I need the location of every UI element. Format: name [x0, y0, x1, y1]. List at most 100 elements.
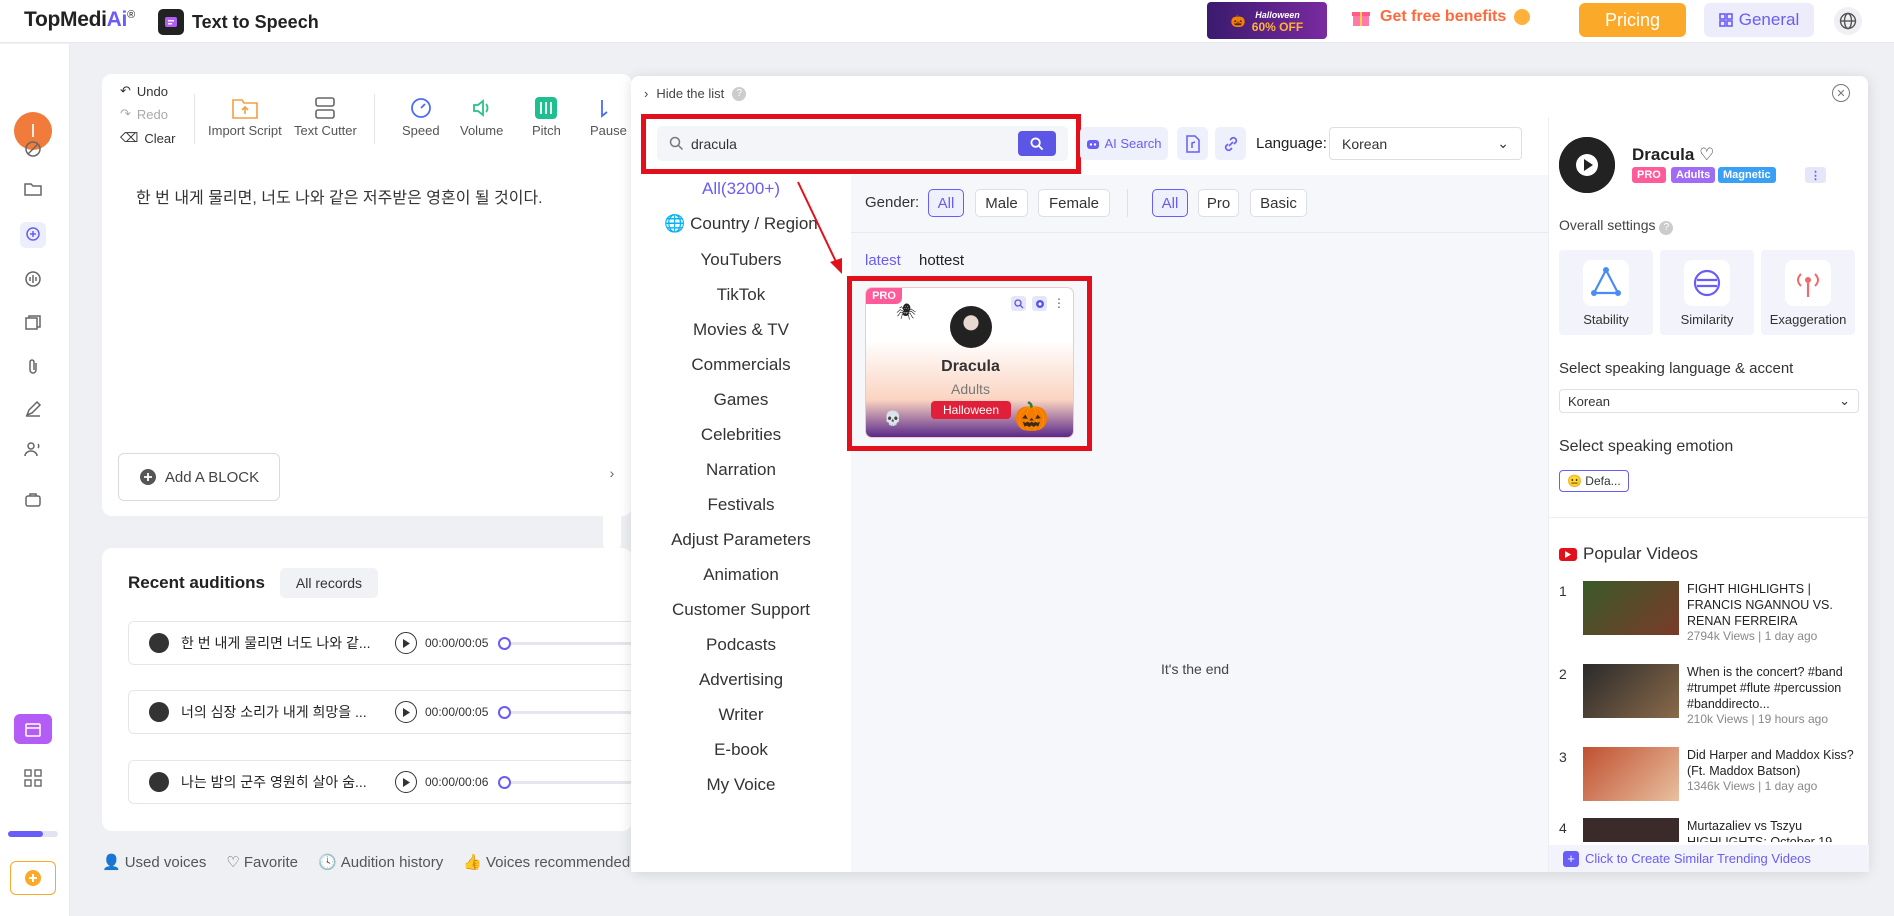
grid-icon [1718, 13, 1733, 27]
script-text[interactable]: 한 번 내게 물리면, 너도 나와 같은 저주받은 영혼이 될 것이다. [136, 184, 543, 208]
category-festivals[interactable]: Festivals [631, 495, 851, 515]
progress-track[interactable] [511, 710, 647, 714]
category-commercials[interactable]: Commercials [631, 355, 851, 375]
copy-icon[interactable] [20, 310, 46, 336]
all-records-button[interactable]: All records [280, 568, 378, 598]
audio-wave-icon[interactable] [20, 266, 46, 292]
category-my-voice[interactable]: My Voice [631, 775, 851, 795]
link-button[interactable] [1215, 127, 1246, 160]
import-script-button[interactable]: Import Script [208, 96, 282, 138]
audition-row[interactable]: 한 번 내게 물리면 너도 나와 같... 00:00/00:05 [128, 621, 648, 665]
general-menu-button[interactable]: General [1704, 3, 1814, 37]
gift-icon [1350, 6, 1372, 28]
calendar-icon[interactable] [14, 714, 52, 744]
category-movies-tv[interactable]: Movies & TV [631, 320, 851, 340]
category-ebook[interactable]: E-book [631, 740, 851, 760]
category-games[interactable]: Games [631, 390, 851, 410]
user-voice-icon[interactable] [20, 436, 46, 462]
category-writer[interactable]: Writer [631, 705, 851, 725]
popular-video-item[interactable]: 4 Murtazaliev vs Tszyu HIGHLIGHTS: Octob… [1559, 818, 1859, 842]
volume-button[interactable]: Volume [460, 96, 503, 138]
clear-button[interactable]: ⌫ Clear [120, 130, 175, 146]
language-globe-button[interactable] [1834, 7, 1862, 35]
folder-icon[interactable] [20, 176, 46, 202]
voices-recommended-link[interactable]: 👍 Voices recommended [463, 853, 630, 872]
play-icon[interactable] [395, 632, 417, 654]
audition-history-link[interactable]: 🕓 Audition history [318, 853, 443, 872]
popular-video-item[interactable]: 2 When is the concert? #band #trumpet #f… [1559, 664, 1859, 734]
help-icon: ? [732, 86, 747, 101]
video-thumbnail [1583, 747, 1679, 801]
similarity-setting[interactable]: Similarity [1660, 250, 1754, 335]
progress-knob[interactable] [498, 636, 512, 650]
gender-all-chip[interactable]: All [928, 189, 964, 217]
speaking-language-select[interactable]: Korean ⌄ [1559, 389, 1859, 413]
folder-upload-icon [231, 96, 259, 120]
category-celebrities[interactable]: Celebrities [631, 425, 851, 445]
language-select[interactable]: Korean ⌄ [1329, 127, 1522, 160]
apps-grid-icon[interactable] [20, 765, 46, 791]
end-of-list-text: It's the end [1161, 661, 1230, 677]
sort-latest-tab[interactable]: latest [865, 252, 901, 269]
play-icon[interactable] [395, 771, 417, 793]
progress-knob[interactable] [498, 705, 512, 719]
audition-row[interactable]: 너의 심장 소리가 내게 희망을 ... 00:00/00:05 [128, 690, 648, 734]
paperclip-icon[interactable] [20, 354, 46, 380]
ai-search-button[interactable]: AI Search [1080, 127, 1168, 160]
audition-text: 한 번 내게 물리면 너도 나와 같... [181, 635, 371, 651]
tier-basic-chip[interactable]: Basic [1250, 189, 1307, 217]
progress-track[interactable] [511, 641, 647, 645]
expand-panel-toggle[interactable]: › [603, 395, 621, 550]
exaggeration-setting[interactable]: Exaggeration [1761, 250, 1855, 335]
link-icon [1222, 135, 1240, 153]
no-sign-icon[interactable] [20, 136, 46, 162]
category-advertising[interactable]: Advertising [631, 670, 851, 690]
progress-track[interactable] [511, 780, 647, 784]
category-tiktok[interactable]: TikTok [631, 285, 851, 305]
sort-hottest-tab[interactable]: hottest [919, 252, 964, 269]
tier-pro-chip[interactable]: Pro [1198, 189, 1239, 217]
halloween-promo-banner[interactable]: 🎃 Halloween 60% OFF [1207, 2, 1327, 39]
play-icon[interactable] [395, 701, 417, 723]
gender-male-chip[interactable]: Male [975, 189, 1028, 217]
close-icon[interactable]: ✕ [1832, 84, 1850, 102]
add-block-button[interactable]: Add A BLOCK [118, 453, 280, 501]
used-voices-link[interactable]: 👤 Used voices [102, 853, 206, 872]
hide-list-toggle[interactable]: › Hide the list ? [644, 86, 747, 101]
get-free-benefits-link[interactable]: Get free benefits [1350, 6, 1531, 28]
speed-button[interactable]: Speed [402, 96, 440, 138]
pitch-button[interactable]: Pitch [532, 96, 561, 138]
gender-female-chip[interactable]: Female [1038, 189, 1110, 217]
emotion-default-chip[interactable]: 😐 Defa... [1559, 470, 1629, 492]
audition-row[interactable]: 나는 밤의 군주 영원히 살아 숨... 00:00/00:06 [128, 760, 648, 804]
stability-setting[interactable]: Stability [1559, 250, 1653, 335]
video-title: Murtazaliev vs Tszyu HIGHLIGHTS: October… [1687, 819, 1833, 842]
audition-text: 너의 심장 소리가 내게 희망을 ... [181, 704, 367, 720]
brand-logo[interactable]: TopMediAi® [24, 8, 135, 32]
category-podcasts[interactable]: Podcasts [631, 635, 851, 655]
text-cutter-button[interactable]: Text Cutter [294, 96, 357, 138]
pricing-button[interactable]: Pricing [1579, 3, 1686, 37]
category-animation[interactable]: Animation [631, 565, 851, 585]
redo-button[interactable]: ↷ Redo [120, 106, 168, 122]
heart-icon[interactable]: ♡ [1699, 145, 1714, 164]
more-badges-button[interactable]: ⋮ [1805, 167, 1826, 183]
undo-button[interactable]: ↶ Undo [120, 83, 168, 99]
tier-all-chip[interactable]: All [1152, 189, 1188, 217]
progress-knob[interactable] [498, 775, 512, 789]
pause-button[interactable]: Pause [590, 96, 627, 138]
pen-icon[interactable] [20, 396, 46, 422]
favorite-link[interactable]: ♡ Favorite [226, 853, 298, 872]
popular-video-item[interactable]: 1 FIGHT HIGHLIGHTS | FRANCIS NGANNOU VS.… [1559, 581, 1859, 651]
category-customer-support[interactable]: Customer Support [631, 600, 851, 620]
annotation-arrow [797, 181, 842, 274]
popular-video-item[interactable]: 3 Did Harper and Maddox Kiss? (Ft. Maddo… [1559, 747, 1859, 817]
create-trending-videos-button[interactable]: + Click to Create Similar Trending Video… [1549, 845, 1869, 872]
add-credits-button[interactable] [10, 861, 56, 895]
category-adjust-parameters[interactable]: Adjust Parameters [631, 530, 851, 550]
text-to-speech-nav-icon[interactable] [20, 222, 46, 248]
category-narration[interactable]: Narration [631, 460, 851, 480]
audio-file-button[interactable] [1177, 127, 1208, 160]
chevron-right-icon: › [609, 464, 615, 481]
briefcase-icon[interactable] [20, 487, 46, 513]
